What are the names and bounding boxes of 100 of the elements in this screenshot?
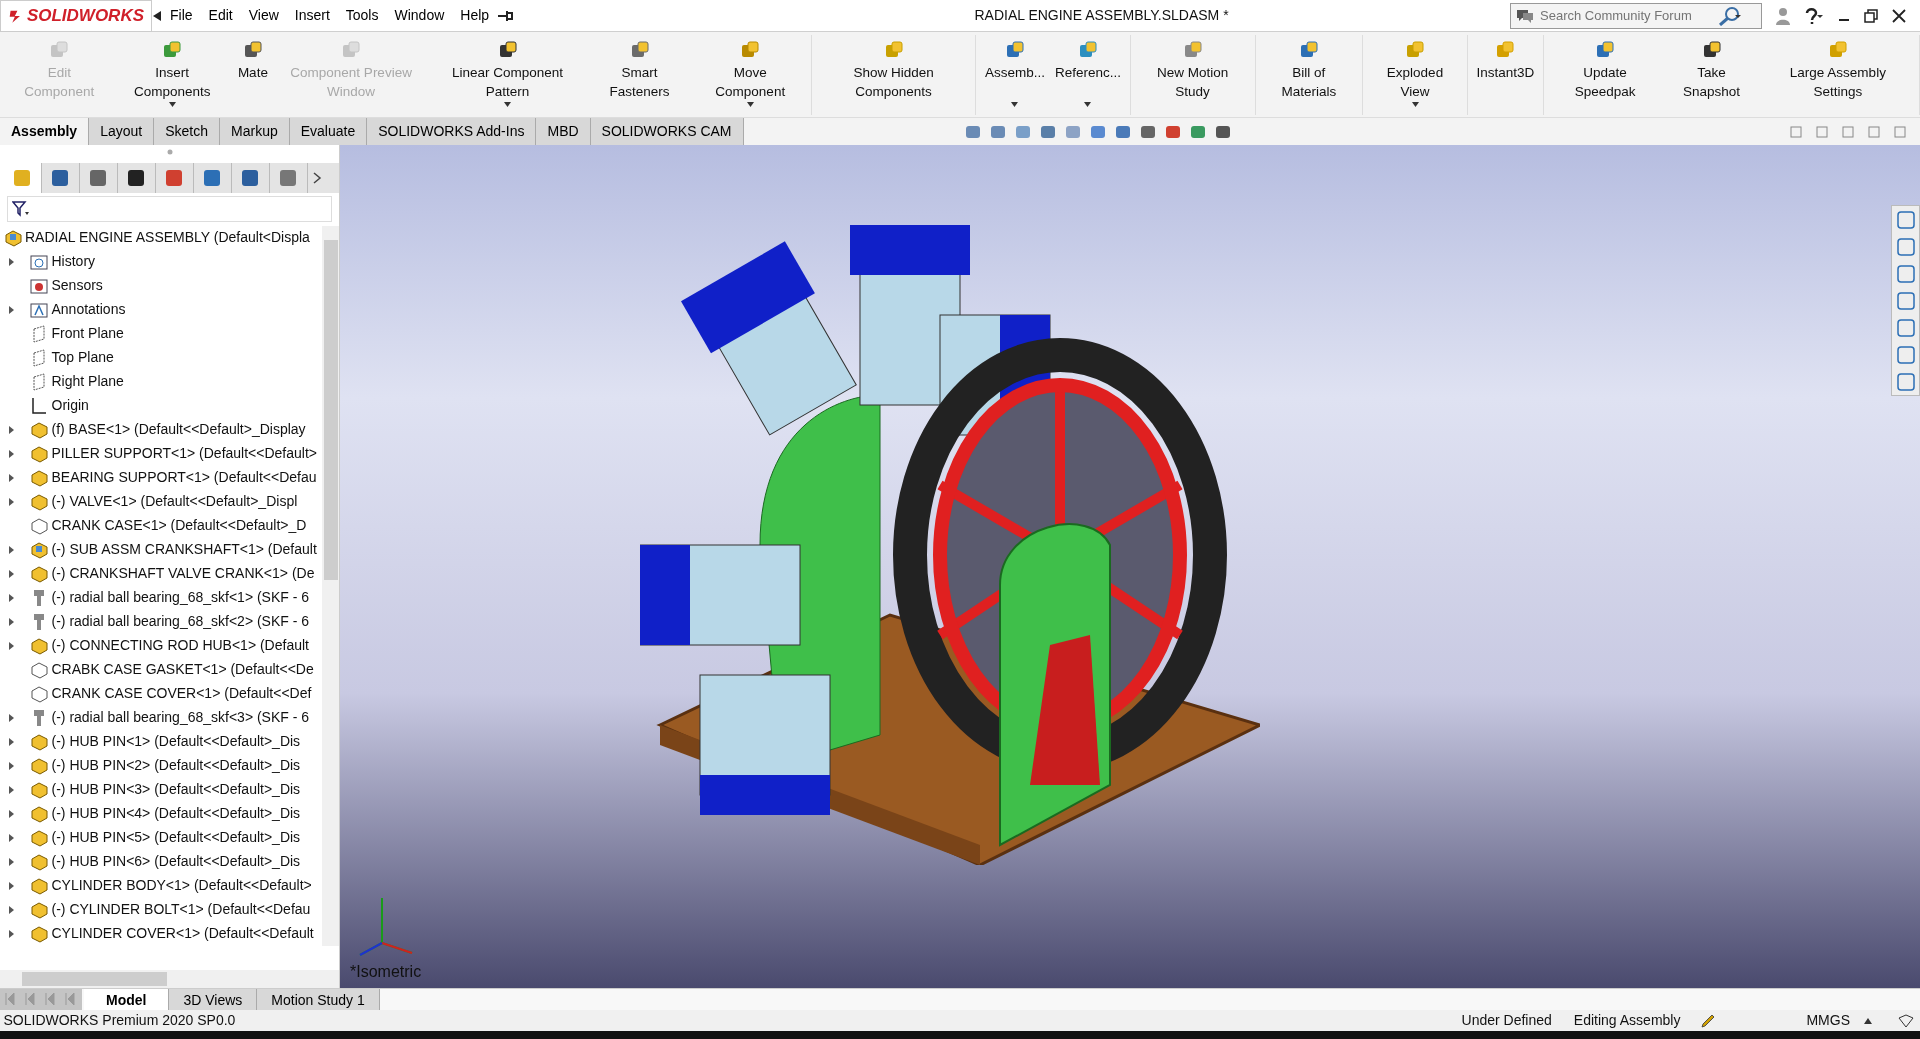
tree-item[interactable]: Top Plane xyxy=(8,347,114,368)
command-tab[interactable]: MBD xyxy=(536,118,591,145)
filter-field[interactable] xyxy=(7,196,332,222)
ribbon-button[interactable]: Assemb... xyxy=(979,35,1050,115)
caret-icon[interactable] xyxy=(1864,1017,1872,1024)
expand-arrow-icon[interactable] xyxy=(8,904,16,915)
tree-item[interactable]: (-) CYLINDER BOLT<1> (Default<<Defau xyxy=(8,899,311,920)
menu-item[interactable]: View xyxy=(240,5,287,26)
tree-item[interactable]: History xyxy=(8,251,96,272)
expand-arrow-icon[interactable] xyxy=(8,568,16,579)
menu-item[interactable]: File xyxy=(162,5,201,26)
tree-item[interactable]: Origin xyxy=(8,395,89,416)
bottom-tab[interactable]: Motion Study 1 xyxy=(257,989,380,1010)
command-tab[interactable]: SOLIDWORKS Add-Ins xyxy=(367,118,537,145)
tree-item[interactable]: (-) HUB PIN<5> (Default<<Default>_Dis xyxy=(8,827,301,848)
tree-item[interactable]: Front Plane xyxy=(8,323,124,344)
expand-arrow-icon[interactable] xyxy=(8,424,16,435)
tree-item[interactable]: CRABK CASE GASKET<1> (Default<<De xyxy=(8,659,314,680)
bottom-tab[interactable]: 3D Views xyxy=(169,989,258,1010)
tree-item[interactable]: (-) radial ball bearing_68_skf<3> (SKF - 6 xyxy=(8,707,310,728)
command-tab[interactable]: Layout xyxy=(89,118,155,145)
expand-arrow-icon[interactable] xyxy=(8,616,16,627)
splitter-handle-icon[interactable] xyxy=(166,149,173,155)
tree-item[interactable]: CYLINDER BODY<1> (Default<<Default> xyxy=(8,875,312,896)
ribbon-button[interactable]: Bill of Materials xyxy=(1259,35,1359,115)
pin-icon[interactable] xyxy=(497,9,514,22)
ribbon-button[interactable]: New Motion Study xyxy=(1134,35,1252,115)
tree-item[interactable]: (f) BASE<1> (Default<<Default>_Display xyxy=(8,419,306,440)
tree-item[interactable]: CRANK CASE COVER<1> (Default<<Def xyxy=(8,683,312,704)
expand-arrow-icon[interactable] xyxy=(8,760,16,771)
ribbon-button[interactable]: Linear Component Pattern xyxy=(429,35,586,115)
tree-item[interactable]: (-) HUB PIN<2> (Default<<Default>_Dis xyxy=(8,755,301,776)
expand-arrow-icon[interactable] xyxy=(8,448,16,459)
filter-icon[interactable] xyxy=(11,201,30,217)
help-icon[interactable] xyxy=(1804,6,1824,25)
expand-arrow-icon[interactable] xyxy=(8,808,16,819)
search-box[interactable]: Search Community Forum xyxy=(1510,2,1762,29)
tree-item[interactable]: (-) HUB PIN<4> (Default<<Default>_Dis xyxy=(8,803,301,824)
vertical-scrollbar[interactable] xyxy=(322,225,339,946)
expand-arrow-icon[interactable] xyxy=(8,880,16,891)
expand-arrow-icon[interactable] xyxy=(8,856,16,867)
tree-item[interactable]: CRANK CASE<1> (Default<<Default>_D xyxy=(8,515,307,536)
command-tab[interactable]: Markup xyxy=(220,118,290,145)
ribbon-button[interactable]: Show Hidden Components xyxy=(815,35,972,115)
command-tab[interactable]: SOLIDWORKS CAM xyxy=(590,118,744,145)
search-icon[interactable] xyxy=(1716,5,1743,26)
expand-arrow-icon[interactable] xyxy=(8,928,16,939)
search-field[interactable]: Search Community Forum xyxy=(1538,4,1713,27)
tree-item[interactable]: (-) radial ball bearing_68_skf<2> (SKF - 6 xyxy=(8,611,310,632)
bottom-tab[interactable]: Model xyxy=(84,989,170,1010)
caret-icon[interactable] xyxy=(746,102,754,107)
expand-arrow-icon[interactable] xyxy=(8,544,16,555)
ribbon-button[interactable]: Mate xyxy=(232,35,273,115)
more-tabs-icon[interactable] xyxy=(311,170,322,185)
tree-item[interactable]: (-) VALVE<1> (Default<<Default>_Displ xyxy=(8,491,298,512)
tree-root[interactable]: RADIAL ENGINE ASSEMBLY (Default<Displa xyxy=(25,227,310,248)
ribbon-button[interactable]: Smart Fasteners xyxy=(585,35,694,115)
ribbon-button[interactable]: Large Assembly Settings xyxy=(1760,35,1916,115)
tree-item[interactable]: Right Plane xyxy=(8,371,124,392)
tree-item[interactable]: Sensors xyxy=(8,275,103,296)
tree-item[interactable]: (-) SUB ASSM CRANKSHAFT<1> (Default xyxy=(8,539,317,560)
expand-arrow-icon[interactable] xyxy=(8,784,16,795)
ribbon-button[interactable]: Insert Components xyxy=(111,35,233,115)
menu-item[interactable]: Edit xyxy=(200,5,241,26)
ribbon-button[interactable]: Update Speedpak xyxy=(1547,35,1663,115)
menu-item[interactable]: Help xyxy=(452,5,498,26)
tag-icon[interactable] xyxy=(1898,1013,1914,1028)
tree-item[interactable]: Annotations xyxy=(8,299,126,320)
caret-icon[interactable] xyxy=(1411,102,1419,107)
tree-item[interactable]: (-) HUB PIN<3> (Default<<Default>_Dis xyxy=(8,779,301,800)
tree-item[interactable]: PILLER SUPPORT<1> (Default<<Default> xyxy=(8,443,317,464)
caret-icon[interactable] xyxy=(1011,102,1019,107)
ribbon-button[interactable]: Move Component xyxy=(693,35,808,115)
expand-arrow-icon[interactable] xyxy=(8,592,16,603)
expand-arrow-icon[interactable] xyxy=(8,496,16,507)
expand-arrow-icon[interactable] xyxy=(8,256,16,267)
tree-item[interactable]: (-) radial ball bearing_68_skf<1> (SKF - 6 xyxy=(8,587,310,608)
tree-item[interactable]: CYLINDER COVER<1> (Default<<Default xyxy=(8,923,314,944)
ribbon-button[interactable]: Exploded View xyxy=(1366,35,1464,115)
tree-item[interactable]: (-) CRANKSHAFT VALVE CRANK<1> (De xyxy=(8,563,315,584)
horizontal-scrollbar[interactable] xyxy=(0,970,339,988)
menu-item[interactable]: Tools xyxy=(337,5,387,26)
ribbon-button[interactable]: Referenc... xyxy=(1049,35,1126,115)
tree-item[interactable]: (-) HUB PIN<6> (Default<<Default>_Dis xyxy=(8,851,301,872)
command-tab[interactable]: Evaluate xyxy=(289,118,368,145)
ribbon-button[interactable]: Take Snapshot xyxy=(1662,35,1761,115)
caret-icon[interactable] xyxy=(168,102,176,107)
expand-arrow-icon[interactable] xyxy=(8,832,16,843)
expand-arrow-icon[interactable] xyxy=(8,712,16,723)
tree-item[interactable]: (-) HUB PIN<1> (Default<<Default>_Dis xyxy=(8,731,301,752)
units-selector[interactable]: MMGS xyxy=(1806,1010,1850,1031)
expand-arrow-icon[interactable] xyxy=(8,304,16,315)
collapse-arrow-icon[interactable] xyxy=(152,9,162,22)
expand-arrow-icon[interactable] xyxy=(8,736,16,747)
expand-arrow-icon[interactable] xyxy=(8,472,16,483)
menu-item[interactable]: Window xyxy=(386,5,453,26)
command-tab[interactable]: Sketch xyxy=(154,118,220,145)
user-icon[interactable] xyxy=(1776,6,1790,25)
expand-arrow-icon[interactable] xyxy=(8,640,16,651)
caret-icon[interactable] xyxy=(1084,102,1092,107)
